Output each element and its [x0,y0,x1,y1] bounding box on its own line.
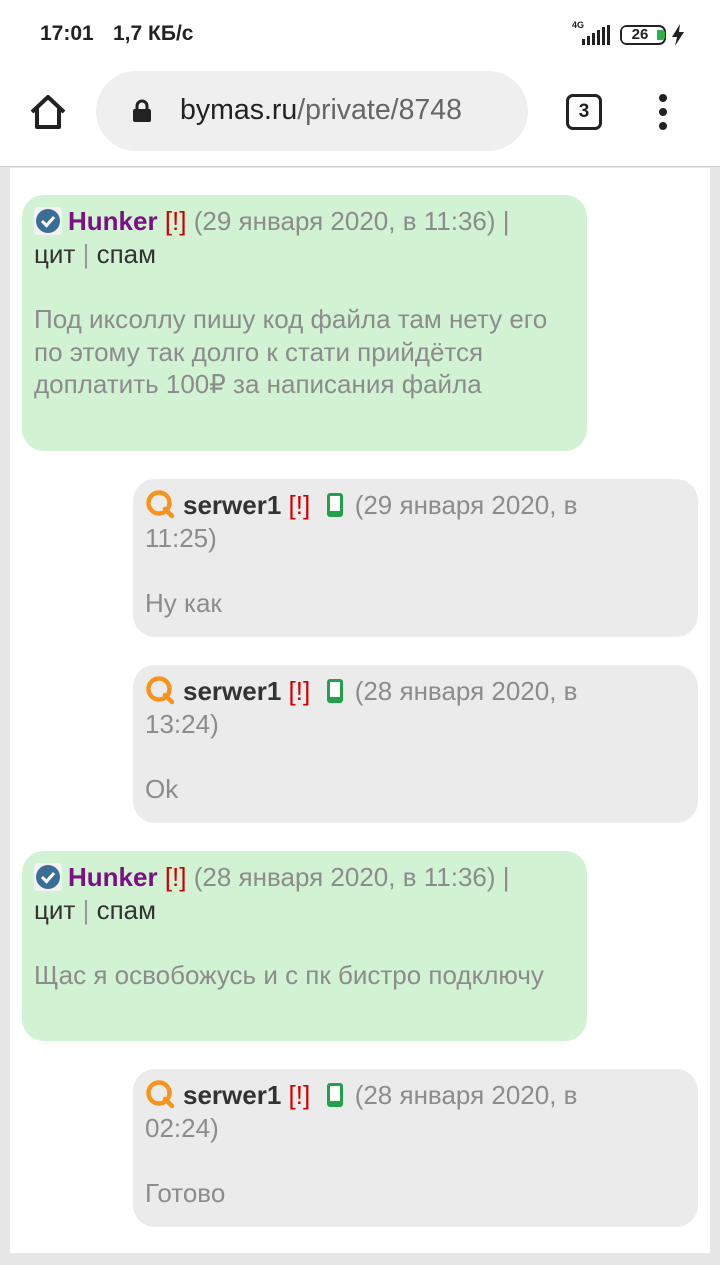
report-link[interactable]: [!] [165,206,187,236]
message-header: serwer1 [!] (28 января 2020, в 13:24) [145,675,686,740]
message-text: Щас я освобожусь и с пк бистро подключу [34,960,544,990]
mobile-device-icon [327,1083,344,1107]
author-name[interactable]: serwer1 [183,676,281,706]
action-separator: | [82,238,90,269]
url-path: /private/8748 [297,94,462,126]
action-separator: | [502,862,510,892]
author-name[interactable]: serwer1 [183,490,281,520]
message-date-part: (28 января 2020, в [354,676,578,706]
message-header: Hunker [!] (29 января 2020, в 11:36) | ц… [34,205,575,270]
status-bar: 17:01 1,7 КБ/с 4G 26 [0,0,720,70]
mobile-device-icon [327,679,344,703]
url-text[interactable]: bymas.ru/private/8748 [180,94,462,127]
qiwi-icon [146,490,175,519]
message-date: (28 января 2020, в 11:36) [193,862,496,892]
browser-toolbar: bymas.ru/private/8748 3 [0,70,720,167]
message-header: Hunker [!] (28 января 2020, в 11:36) | ц… [34,861,575,926]
verified-icon [34,863,62,891]
verified-icon [34,207,62,235]
message-date-part: 11:25) [145,522,217,553]
spam-link[interactable]: спам [97,895,156,925]
message-text: Ok [145,774,179,804]
message-header: serwer1 [!] (28 января 2020, в 02:24) [145,1079,686,1144]
author-name[interactable]: Hunker [68,862,158,892]
url-host: bymas.ru [180,94,298,126]
overflow-menu-icon[interactable] [650,94,676,130]
spam-link[interactable]: спам [97,239,156,269]
message-date: (29 января 2020, в 11:36) [193,206,496,236]
report-link[interactable]: [!] [289,490,311,520]
charging-icon [672,24,684,46]
mobile-device-icon [327,493,344,517]
quote-link[interactable]: цит [34,895,75,925]
message-date-part: 02:24) [145,1112,219,1143]
report-link[interactable]: [!] [289,676,311,706]
author-name[interactable]: Hunker [68,206,158,236]
battery-level: 26 [631,26,649,43]
message-text: Под иксоллу пишу код файла там нету его … [34,304,548,399]
address-bar[interactable]: bymas.ru/private/8748 [96,71,528,151]
message-bubble: serwer1 [!] (28 января 2020, в 13:24) Ok [133,665,698,823]
signal-icon [582,25,610,45]
message-bubble: serwer1 [!] (29 января 2020, в 11:25) Ну … [133,479,698,637]
quote-link[interactable]: цит [34,239,75,269]
home-icon[interactable] [28,92,68,132]
message-text: Ну как [145,588,222,618]
message-bubble: serwer1 [!] (28 января 2020, в 02:24) Гот… [133,1069,698,1227]
action-separator: | [502,206,510,236]
page-bottom-edge [0,1253,720,1265]
message-bubble: Hunker [!] (28 января 2020, в 11:36) | ц… [22,851,587,1041]
message-date-part: (29 января 2020, в [354,490,578,520]
qiwi-icon [146,676,175,705]
report-link[interactable]: [!] [165,862,187,892]
report-link[interactable]: [!] [289,1080,311,1110]
status-time: 17:01 [40,22,94,45]
lock-icon [133,99,151,122]
message-date-part: (28 января 2020, в [354,1080,578,1110]
message-header: serwer1 [!] (29 января 2020, в 11:25) [145,489,686,554]
author-name[interactable]: serwer1 [183,1080,281,1110]
battery-icon: 26 [620,25,666,45]
message-date-part: 13:24) [145,708,219,739]
network-speed: 1,7 КБ/с [113,22,194,45]
messages-page: Hunker [!] (29 января 2020, в 11:36) | ц… [10,168,710,1253]
message-bubble: Hunker [!] (29 января 2020, в 11:36) | ц… [22,195,587,451]
tab-switcher-button[interactable]: 3 [566,94,602,130]
action-separator: | [82,894,90,925]
qiwi-icon [146,1080,175,1109]
message-text: Готово [145,1178,226,1208]
